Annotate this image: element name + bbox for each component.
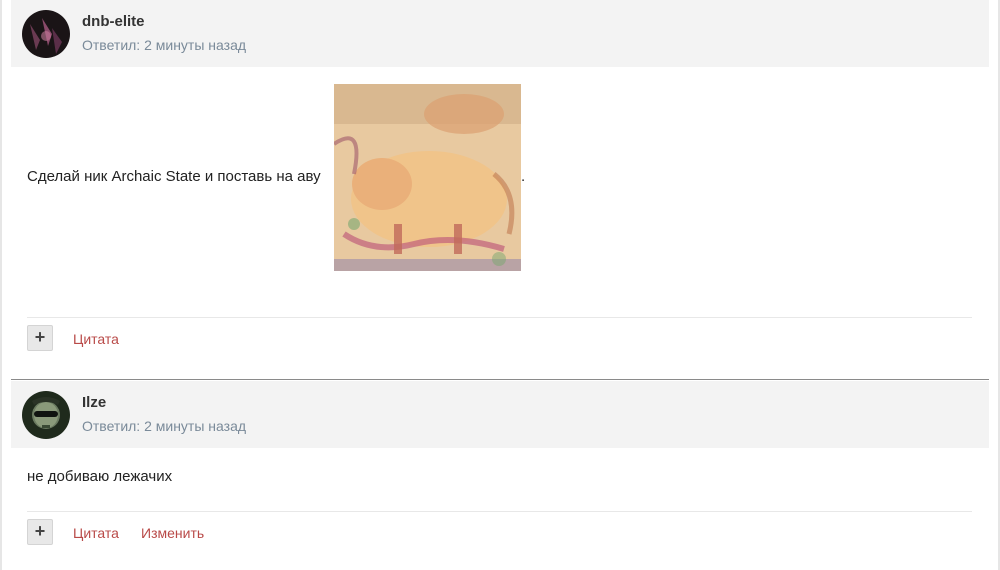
post-meta: Ответил: 2 минуты назад xyxy=(82,37,247,53)
post-header: dnb-elite Ответил: 2 минуты назад xyxy=(11,0,989,67)
post-separator xyxy=(11,379,989,380)
pig-painting-image xyxy=(334,84,521,271)
edit-link[interactable]: Изменить xyxy=(141,525,204,541)
quote-link[interactable]: Цитата xyxy=(73,525,119,541)
post-text: не добиваю лежачих xyxy=(27,468,173,485)
footer-divider xyxy=(27,511,972,512)
quote-link[interactable]: Цитата xyxy=(73,331,119,347)
avatar[interactable] xyxy=(22,391,70,439)
footer-divider xyxy=(27,317,972,318)
post-2: Ilze Ответил: 2 минуты назад не добиваю … xyxy=(11,381,989,570)
post-1: dnb-elite Ответил: 2 минуты назад Сделай… xyxy=(11,0,989,378)
avatar[interactable] xyxy=(22,10,70,58)
post-text-suffix: . xyxy=(521,168,526,185)
post-text: Сделай ник Archaic State и поставь на ав… xyxy=(27,168,321,185)
post-meta: Ответил: 2 минуты назад xyxy=(82,418,247,434)
plus-button[interactable]: + xyxy=(27,519,53,545)
post-header: Ilze Ответил: 2 минуты назад xyxy=(11,381,989,448)
plus-button[interactable]: + xyxy=(27,325,53,351)
author-name[interactable]: Ilze xyxy=(82,394,106,411)
author-name[interactable]: dnb-elite xyxy=(82,13,145,30)
